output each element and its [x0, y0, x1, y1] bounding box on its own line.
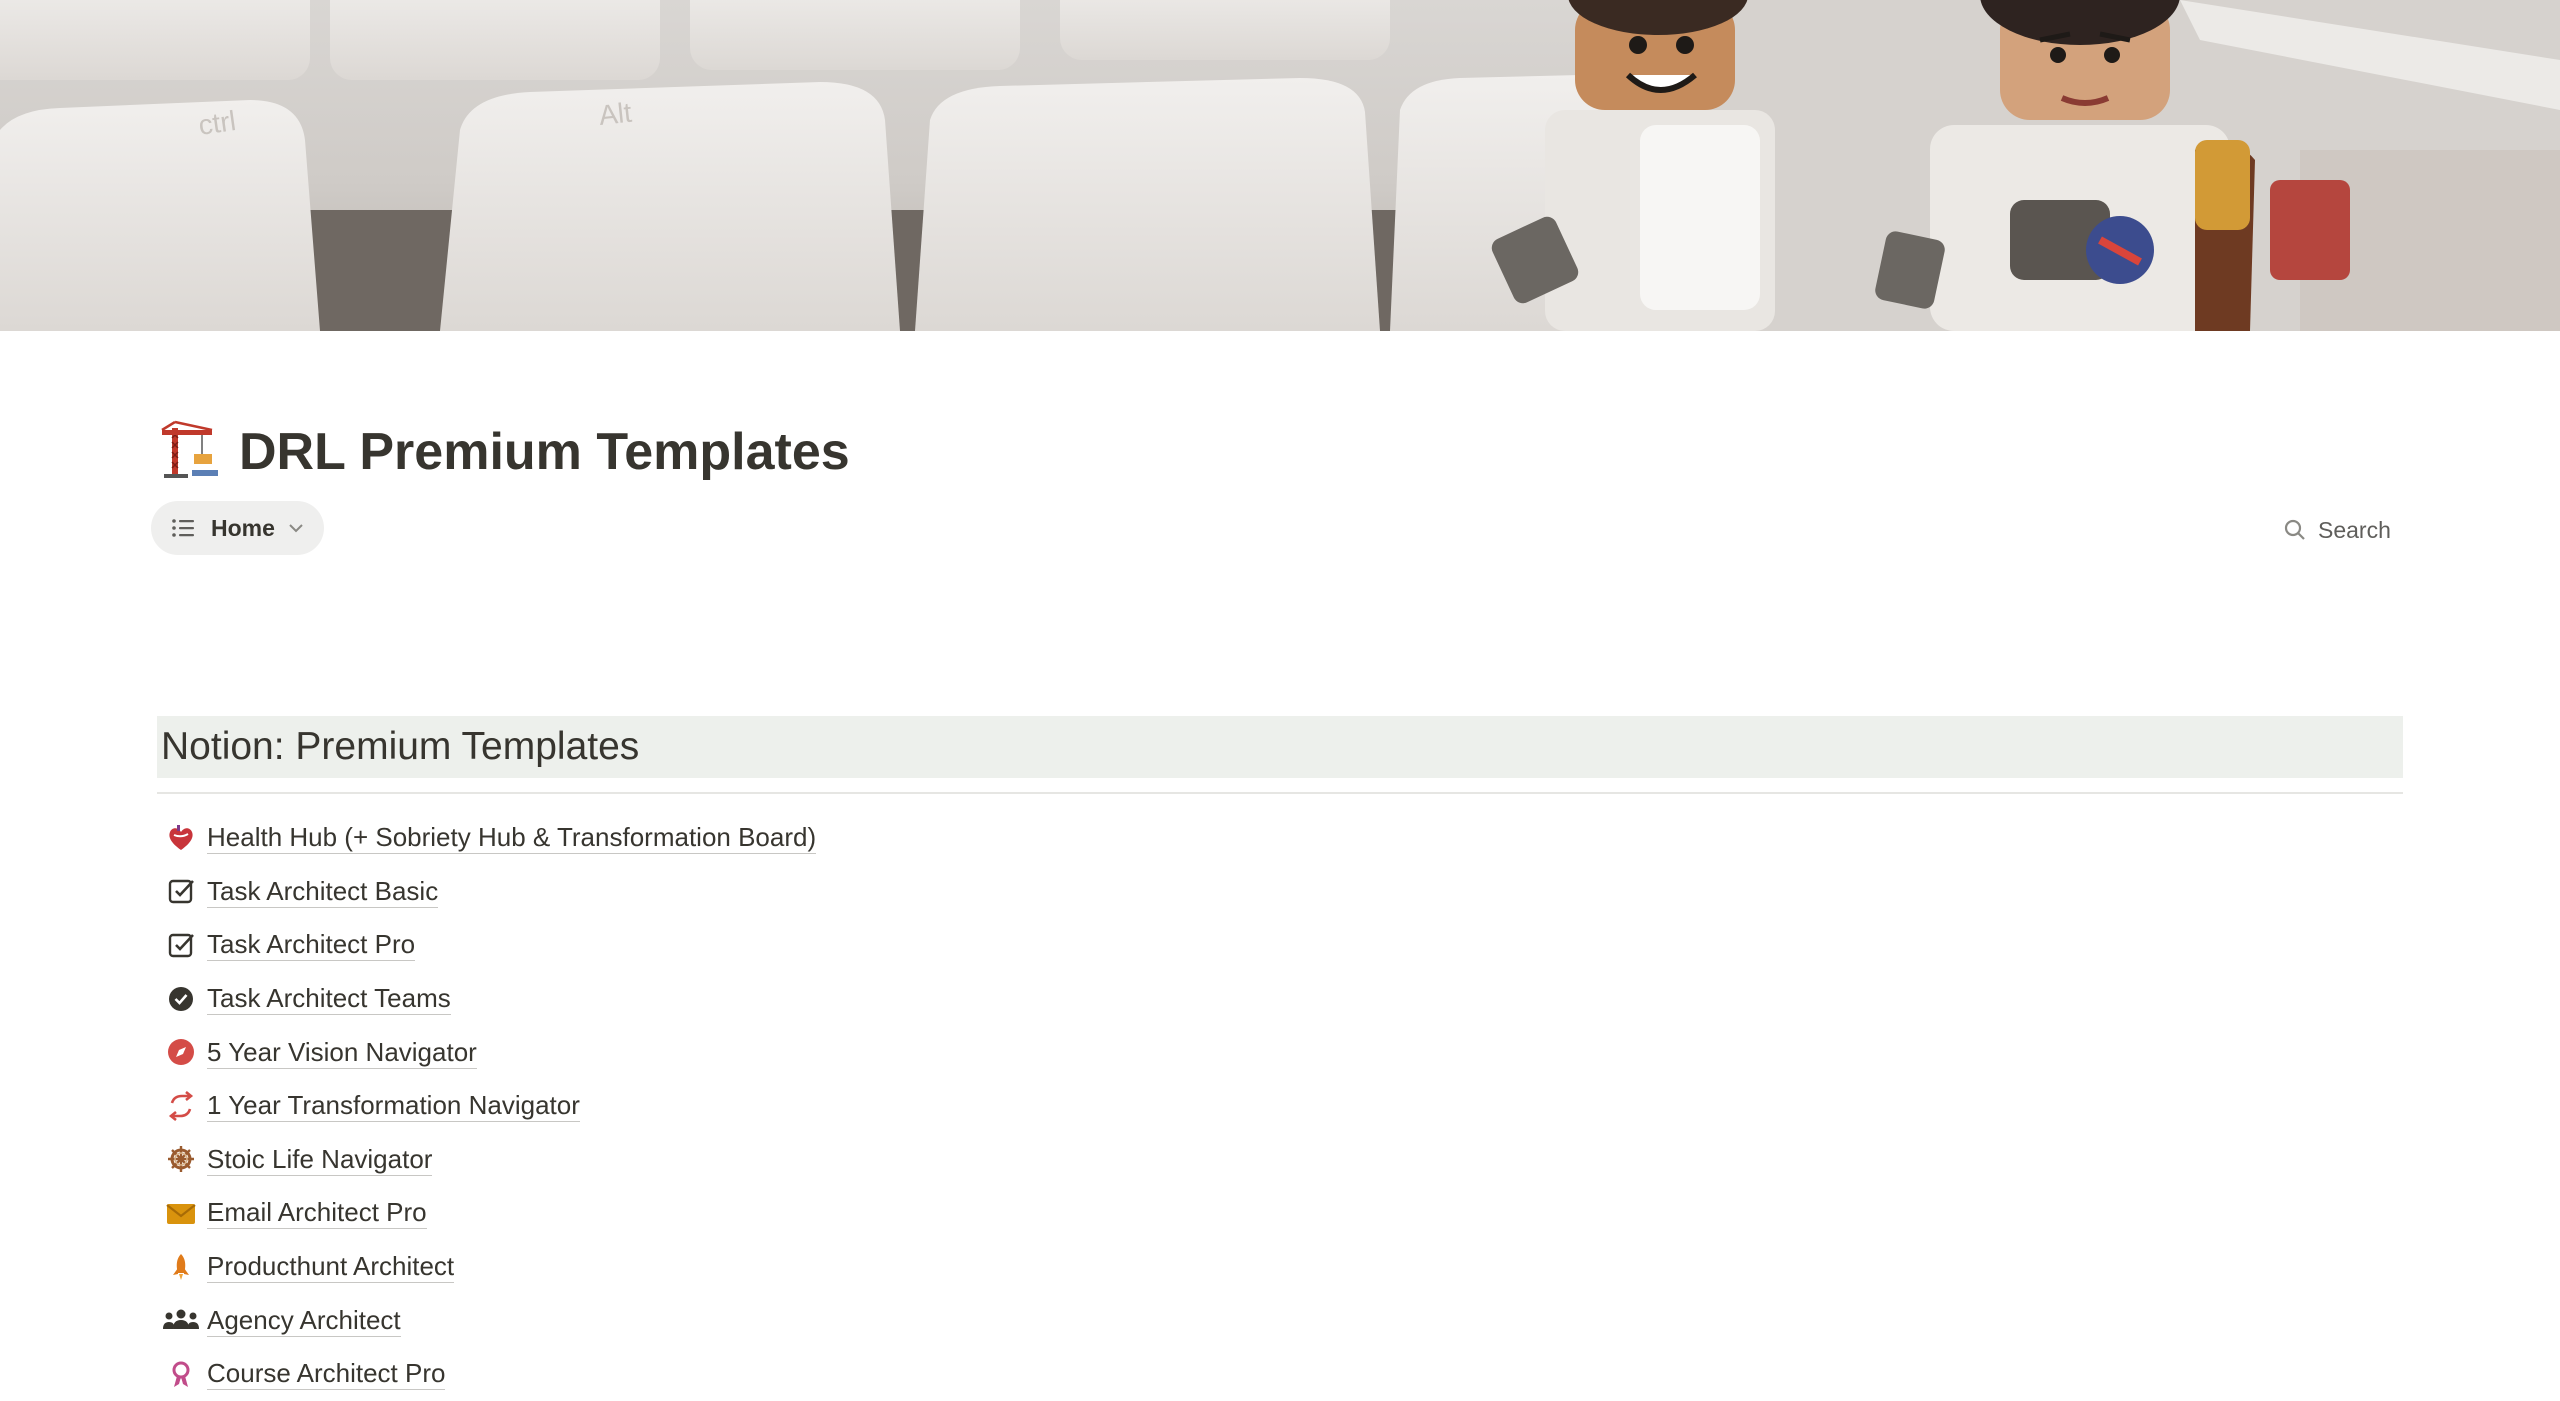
checkbox-icon: [157, 928, 205, 962]
page-link-label: Stoic Life Navigator: [207, 1143, 433, 1176]
page-link-label: Task Architect Pro: [207, 929, 416, 962]
page-link-list: Health Hub (+ Sobriety Hub & Transformat…: [157, 811, 1357, 1401]
view-tab-home[interactable]: Home: [151, 501, 324, 555]
ship-wheel-icon: [157, 1142, 205, 1176]
svg-text:ctrl: ctrl: [197, 105, 238, 141]
page-link-label: Producthunt Architect: [207, 1251, 455, 1284]
compass-icon: [157, 1035, 205, 1069]
cover-image: ctrl Alt: [0, 0, 2560, 331]
rocket-icon: [157, 1250, 205, 1284]
page-link-label: Agency Architect: [207, 1304, 401, 1337]
page-title: DRL Premium Templates: [239, 423, 850, 481]
page-link-health-hub[interactable]: Health Hub (+ Sobriety Hub & Transformat…: [157, 811, 1357, 865]
page-link-5-year-vision-navigator[interactable]: 5 Year Vision Navigator: [157, 1025, 1357, 1079]
page-link-label: 1 Year Transformation Navigator: [207, 1090, 580, 1123]
check-circle-icon: [157, 982, 205, 1016]
envelope-icon: [157, 1196, 205, 1230]
search-icon: [2282, 517, 2308, 543]
arrows-cycle-icon: [157, 1089, 205, 1123]
page-link-label: Health Hub (+ Sobriety Hub & Transformat…: [207, 822, 817, 855]
svg-text:Alt: Alt: [597, 97, 633, 131]
view-tab-label: Home: [211, 514, 275, 541]
page-link-email-architect-pro[interactable]: Email Architect Pro: [157, 1186, 1357, 1240]
chevron-down-icon: [285, 517, 307, 539]
page-link-task-architect-basic[interactable]: Task Architect Basic: [157, 865, 1357, 919]
search-button[interactable]: Search: [2282, 513, 2391, 547]
page-link-label: Course Architect Pro: [207, 1358, 446, 1391]
list-icon: [169, 514, 197, 542]
checkbox-icon: [157, 874, 205, 908]
section-heading: Notion: Premium Templates: [157, 716, 2403, 778]
section-heading-text: Notion: Premium Templates: [161, 725, 640, 768]
page-link-label: 5 Year Vision Navigator: [207, 1036, 477, 1069]
anatomical-heart-icon: [157, 821, 205, 855]
page-link-task-architect-pro[interactable]: Task Architect Pro: [157, 918, 1357, 972]
construction-crane-icon: [158, 418, 222, 482]
page-link-label: Task Architect Teams: [207, 983, 451, 1016]
page-link-stoic-life-navigator[interactable]: Stoic Life Navigator: [157, 1133, 1357, 1187]
people-group-icon: [157, 1303, 205, 1337]
search-label: Search: [2318, 516, 2391, 543]
page-link-1-year-transformation-navigator[interactable]: 1 Year Transformation Navigator: [157, 1079, 1357, 1133]
page-link-label: Email Architect Pro: [207, 1197, 427, 1230]
page-link-task-architect-teams[interactable]: Task Architect Teams: [157, 972, 1357, 1026]
page-link-label: Task Architect Basic: [207, 875, 439, 908]
page-link-course-architect-pro[interactable]: Course Architect Pro: [157, 1347, 1357, 1401]
divider: [157, 792, 2403, 794]
page-link-agency-architect[interactable]: Agency Architect: [157, 1293, 1357, 1347]
ribbon-icon: [157, 1357, 205, 1391]
page-link-producthunt-architect[interactable]: Producthunt Architect: [157, 1240, 1357, 1294]
